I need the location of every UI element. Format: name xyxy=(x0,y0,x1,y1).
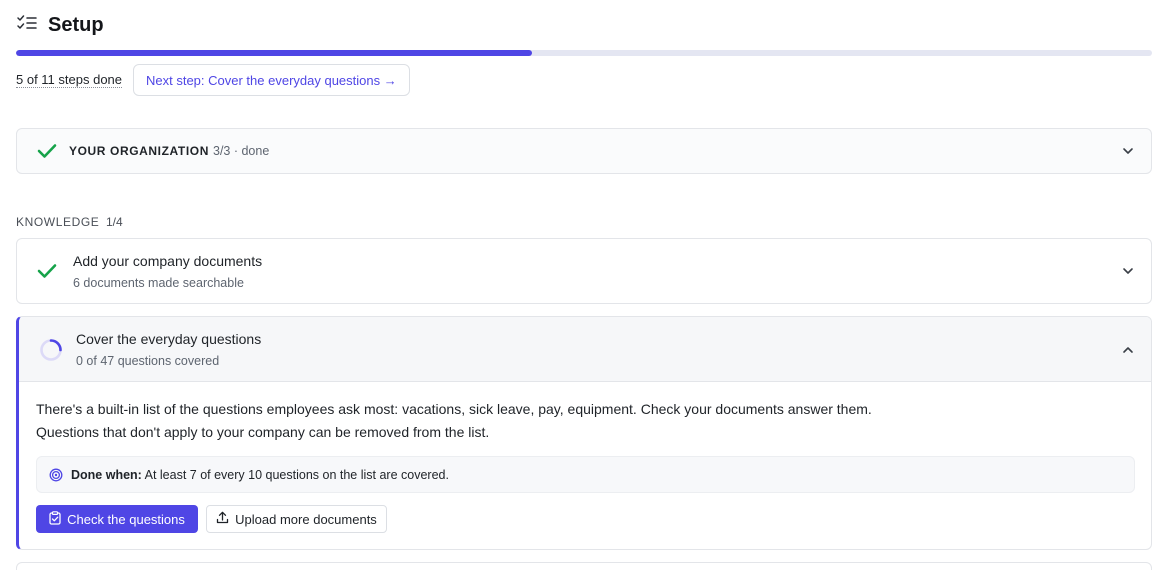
checklist-icon xyxy=(16,13,38,38)
done-when-text: Done when: At least 7 of every 10 questi… xyxy=(71,468,449,482)
upload-documents-button[interactable]: Upload more documents xyxy=(206,505,387,533)
organization-section[interactable]: YOUR ORGANIZATION 3/3 · done xyxy=(16,128,1152,174)
progress-spinner-icon xyxy=(39,338,63,367)
clipboard-check-icon xyxy=(49,510,61,528)
check-questions-button[interactable]: Check the questions xyxy=(36,505,198,533)
organization-status: 3/3 · done xyxy=(213,144,270,158)
step-subtitle: 6 documents made searchable xyxy=(73,276,244,290)
setup-progress-fill xyxy=(16,50,533,56)
done-when-box: Done when: At least 7 of every 10 questi… xyxy=(36,456,1135,493)
chevron-down-icon[interactable] xyxy=(1121,264,1135,283)
steps-done-count: 5 of 11 steps done xyxy=(16,72,123,88)
step-title: Add your company documents xyxy=(73,253,263,269)
step-title: Cover the everyday questions xyxy=(76,331,262,347)
check-icon xyxy=(37,263,57,284)
knowledge-section-count: 1/4 xyxy=(106,215,123,229)
target-icon xyxy=(49,468,63,487)
organization-label: YOUR ORGANIZATION xyxy=(69,144,209,158)
chevron-up-icon[interactable] xyxy=(1121,343,1135,362)
step-everyday-questions: Cover the everyday questions 0 of 47 que… xyxy=(16,316,1152,550)
chevron-down-icon[interactable] xyxy=(1121,144,1135,163)
page-header: Setup xyxy=(16,12,104,38)
step-next-card[interactable] xyxy=(16,562,1152,570)
knowledge-section-label: KNOWLEDGE xyxy=(16,215,100,229)
step-add-documents[interactable]: Add your company documents 6 documents m… xyxy=(16,238,1152,304)
next-step-button[interactable]: Next step: Cover the everyday questions … xyxy=(133,64,410,96)
step-subtitle: 0 of 47 questions covered xyxy=(76,354,220,368)
step-description: There's a built-in list of the questions… xyxy=(36,401,872,417)
setup-progress-bar xyxy=(16,50,1152,56)
check-icon xyxy=(37,143,57,164)
page-title: Setup xyxy=(48,13,104,36)
step-description: Questions that don't apply to your compa… xyxy=(36,424,490,440)
step-header[interactable]: Cover the everyday questions 0 of 47 que… xyxy=(19,317,1151,382)
upload-icon xyxy=(216,511,229,527)
